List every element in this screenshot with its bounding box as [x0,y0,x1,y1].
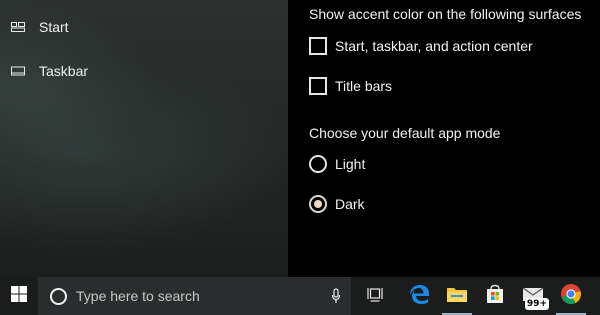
checkbox-box[interactable] [309,77,327,95]
store-icon [485,284,505,309]
nav-item-taskbar[interactable]: Taskbar [0,51,288,91]
search-placeholder: Type here to search [76,288,200,304]
radio-button-selected[interactable] [309,195,327,213]
checkbox-box[interactable] [309,37,327,55]
file-explorer-icon [446,285,468,308]
file-explorer-taskbar-button[interactable] [438,277,476,315]
nav-item-start[interactable]: Start [0,7,288,47]
nav-item-label: Taskbar [39,63,89,79]
taskbar: Type here to search 99+ [0,277,600,315]
task-view-icon [367,286,383,307]
settings-nav-pane: Start Taskbar [0,0,288,277]
taskbar-search-box[interactable]: Type here to search [38,277,351,315]
microphone-icon[interactable] [331,288,341,309]
taskbar-icon [10,63,26,79]
edge-icon [408,283,430,310]
radio-dark-mode[interactable]: Dark [309,192,365,216]
settings-screen: Start Taskbar Show accent color on the f… [0,0,600,315]
cortana-icon[interactable] [50,287,67,305]
task-view-button[interactable] [356,277,394,315]
colors-content-pane: Show accent color on the following surfa… [288,0,600,277]
windows-logo-icon [11,285,27,307]
start-layout-icon [10,19,26,35]
checkbox-label: Start, taskbar, and action center [335,38,533,54]
edge-taskbar-button[interactable] [400,277,438,315]
chrome-taskbar-button[interactable] [552,277,590,315]
start-button[interactable] [0,277,38,315]
mail-unread-badge: 99+ [524,298,549,310]
radio-label: Dark [335,196,365,212]
nav-item-label: Start [39,19,69,35]
checkbox-start-taskbar-action-center[interactable]: Start, taskbar, and action center [309,34,533,58]
radio-button[interactable] [309,155,327,173]
radio-label: Light [335,156,366,172]
checkbox-title-bars[interactable]: Title bars [309,74,392,98]
checkbox-label: Title bars [335,78,393,94]
app-mode-heading: Choose your default app mode [309,125,501,141]
store-taskbar-button[interactable] [476,277,514,315]
radio-light-mode[interactable]: Light [309,152,365,176]
accent-surfaces-heading: Show accent color on the following surfa… [309,6,582,22]
chrome-icon [560,283,582,310]
mail-taskbar-button[interactable]: 99+ [514,277,552,315]
